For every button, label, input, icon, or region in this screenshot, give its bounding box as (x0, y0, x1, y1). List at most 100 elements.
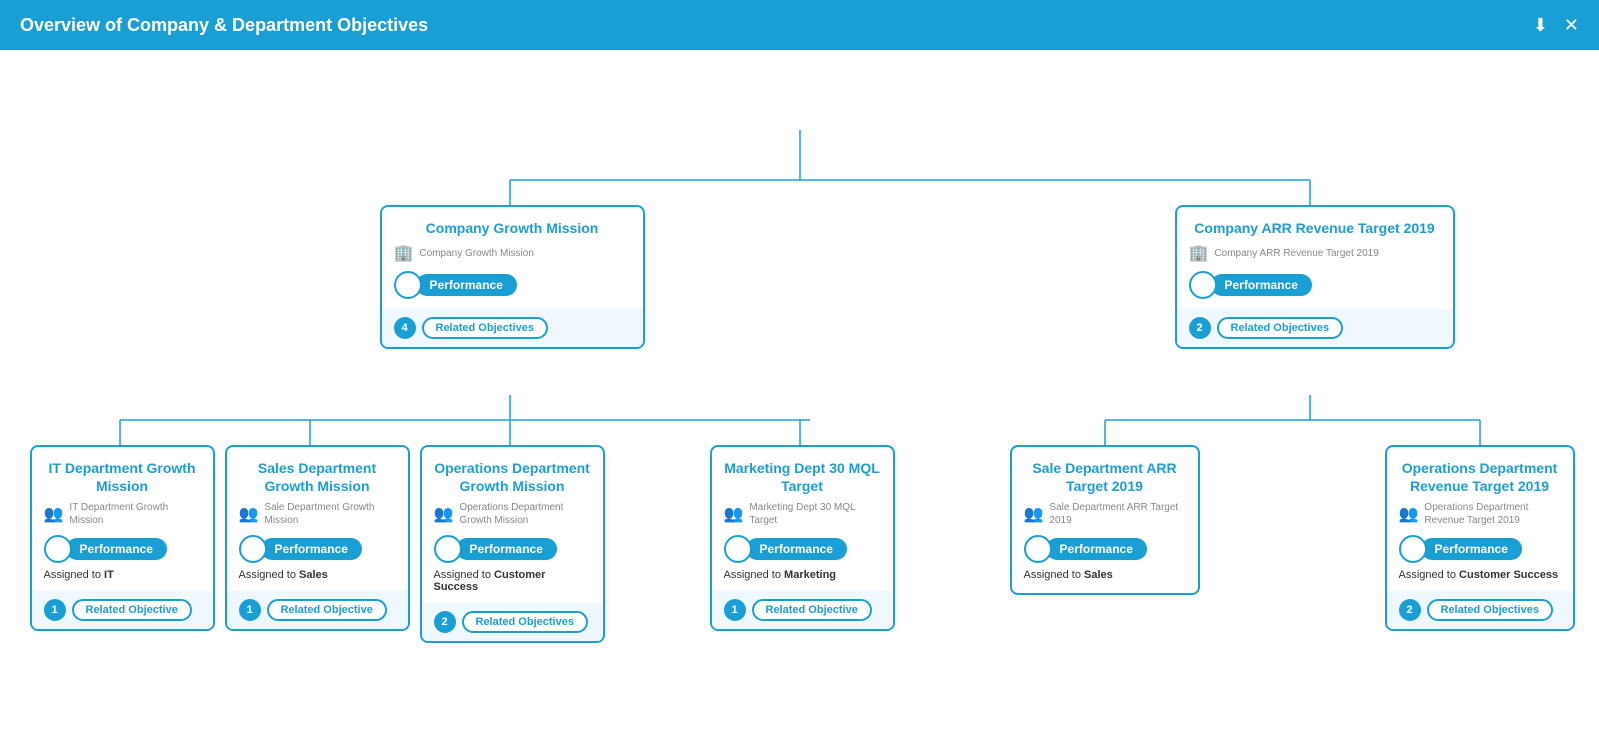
ops-dept-subtitle: Operations Department Growth Mission (459, 501, 590, 527)
related-section: 1 Related Objective (227, 591, 408, 629)
performance-button[interactable]: Performance (261, 538, 362, 560)
company-arr-subtitle: Company ARR Revenue Target 2019 (1214, 247, 1378, 260)
it-dept-subtitle: IT Department Growth Mission (69, 501, 200, 527)
tree-container: Company Growth Mission 🏢 Company Growth … (10, 50, 1590, 730)
related-objectives-button[interactable]: Related Objectives (462, 611, 588, 633)
related-section: 2 Related Objectives (1177, 309, 1453, 347)
perf-circle (1399, 535, 1427, 563)
perf-circle (1024, 535, 1052, 563)
assigned-row: Assigned to IT (44, 569, 201, 581)
main-content: Company Growth Mission 🏢 Company Growth … (0, 50, 1599, 744)
building-icon: 🏢 (394, 243, 414, 263)
icon-row: 👥 Sale Department ARR Target 2019 (1024, 501, 1186, 527)
it-dept-card: IT Department Growth Mission 👥 IT Depart… (30, 445, 215, 631)
perf-row: Performance (394, 271, 631, 299)
related-row: 1 Related Objective (724, 599, 872, 621)
performance-button[interactable]: Performance (456, 538, 557, 560)
icon-row: 🏢 Company ARR Revenue Target 2019 (1189, 243, 1441, 263)
assigned-row: Assigned to Sales (239, 569, 396, 581)
sales-dept-title: Sales Department Growth Mission (239, 459, 396, 495)
icon-row: 👥 Sale Department Growth Mission (239, 501, 396, 527)
assigned-row: Assigned to Customer Success (1399, 569, 1561, 581)
related-count: 1 (724, 599, 746, 621)
sale-arr-card: Sale Department ARR Target 2019 👥 Sale D… (1010, 445, 1200, 595)
people-icon: 👥 (434, 504, 454, 524)
related-section: 1 Related Objective (32, 591, 213, 629)
related-count: 1 (239, 599, 261, 621)
perf-row: Performance (724, 535, 881, 563)
close-icon[interactable]: ✕ (1564, 15, 1579, 36)
header: Overview of Company & Department Objecti… (0, 0, 1599, 50)
related-row: 2 Related Objectives (1399, 599, 1553, 621)
related-objectives-button[interactable]: Related Objective (267, 599, 387, 621)
related-section: 2 Related Objectives (1387, 591, 1573, 629)
related-objectives-button[interactable]: Related Objectives (1217, 317, 1343, 339)
related-count: 1 (44, 599, 66, 621)
ops-revenue-subtitle: Operations Department Revenue Target 201… (1424, 501, 1560, 527)
perf-row: Performance (1024, 535, 1186, 563)
icon-row: 👥 Operations Department Growth Mission (434, 501, 591, 527)
performance-button[interactable]: Performance (66, 538, 167, 560)
company-growth-title: Company Growth Mission (394, 219, 631, 237)
marketing-dept-title: Marketing Dept 30 MQL Target (724, 459, 881, 495)
assigned-row: Assigned to Customer Success (434, 569, 591, 593)
company-growth-card: Company Growth Mission 🏢 Company Growth … (380, 205, 645, 349)
marketing-dept-subtitle: Marketing Dept 30 MQL Target (749, 501, 880, 527)
ops-dept-title: Operations Department Growth Mission (434, 459, 591, 495)
icon-row: 👥 IT Department Growth Mission (44, 501, 201, 527)
performance-button[interactable]: Performance (746, 538, 847, 560)
people-icon: 👥 (1399, 504, 1419, 524)
related-row: 4 Related Objectives (394, 317, 548, 339)
page-title: Overview of Company & Department Objecti… (20, 15, 428, 36)
people-icon: 👥 (239, 504, 259, 524)
perf-circle (239, 535, 267, 563)
company-arr-title: Company ARR Revenue Target 2019 (1189, 219, 1441, 237)
it-dept-title: IT Department Growth Mission (44, 459, 201, 495)
people-icon: 👥 (1024, 504, 1044, 524)
related-row: 1 Related Objective (44, 599, 192, 621)
ops-revenue-title: Operations Department Revenue Target 201… (1399, 459, 1561, 495)
icon-row: 👥 Operations Department Revenue Target 2… (1399, 501, 1561, 527)
related-objectives-button[interactable]: Related Objective (752, 599, 872, 621)
header-actions: ⬇ ✕ (1533, 15, 1579, 36)
related-row: 2 Related Objectives (1189, 317, 1343, 339)
assigned-row: Assigned to Sales (1024, 569, 1186, 581)
perf-circle (44, 535, 72, 563)
people-icon: 👥 (44, 504, 64, 524)
related-count: 2 (434, 611, 456, 633)
sales-dept-card: Sales Department Growth Mission 👥 Sale D… (225, 445, 410, 631)
performance-button[interactable]: Performance (1211, 274, 1312, 296)
icon-row: 🏢 Company Growth Mission (394, 243, 631, 263)
related-count: 2 (1399, 599, 1421, 621)
related-section: 4 Related Objectives (382, 309, 643, 347)
performance-button[interactable]: Performance (416, 274, 517, 296)
performance-button[interactable]: Performance (1421, 538, 1522, 560)
ops-dept-card: Operations Department Growth Mission 👥 O… (420, 445, 605, 643)
company-arr-card: Company ARR Revenue Target 2019 🏢 Compan… (1175, 205, 1455, 349)
download-icon[interactable]: ⬇ (1533, 15, 1548, 36)
related-row: 2 Related Objectives (434, 611, 588, 633)
related-count: 4 (394, 317, 416, 339)
perf-row: Performance (434, 535, 591, 563)
related-section: 2 Related Objectives (422, 603, 603, 641)
ops-revenue-card: Operations Department Revenue Target 201… (1385, 445, 1575, 631)
related-count: 2 (1189, 317, 1211, 339)
building-icon: 🏢 (1189, 243, 1209, 263)
related-section: 1 Related Objective (712, 591, 893, 629)
sales-dept-subtitle: Sale Department Growth Mission (264, 501, 395, 527)
perf-circle (434, 535, 462, 563)
perf-circle (724, 535, 752, 563)
related-objectives-button[interactable]: Related Objective (72, 599, 192, 621)
related-objectives-button[interactable]: Related Objectives (1427, 599, 1553, 621)
related-row: 1 Related Objective (239, 599, 387, 621)
people-icon: 👥 (724, 504, 744, 524)
perf-row: Performance (1189, 271, 1441, 299)
perf-row: Performance (44, 535, 201, 563)
performance-button[interactable]: Performance (1046, 538, 1147, 560)
assigned-row: Assigned to Marketing (724, 569, 881, 581)
related-objectives-button[interactable]: Related Objectives (422, 317, 548, 339)
sale-arr-subtitle: Sale Department ARR Target 2019 (1049, 501, 1185, 527)
perf-row: Performance (1399, 535, 1561, 563)
perf-circle (1189, 271, 1217, 299)
perf-row: Performance (239, 535, 396, 563)
